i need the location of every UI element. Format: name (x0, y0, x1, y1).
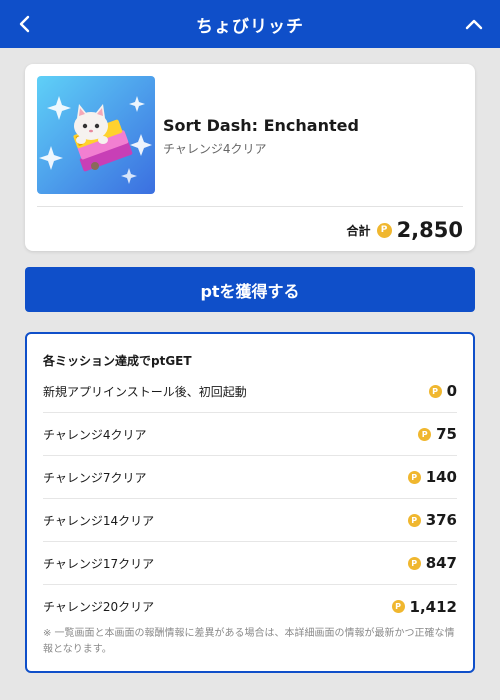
chevron-left-icon (19, 15, 30, 33)
point-coin-icon: P (391, 600, 405, 613)
mission-row: チャレンジ20クリア P 1,412 (43, 585, 457, 628)
mission-label: 新規アプリインストール後、初回起動 (43, 384, 247, 399)
app-name: Sort Dash: Enchanted (163, 116, 359, 135)
point-coin-icon: P (428, 384, 442, 398)
total-label: 合計 (346, 223, 371, 238)
total-value: 2,850 (396, 218, 463, 242)
mission-row: チャレンジ4クリア P 75 (43, 413, 457, 456)
mission-label: チャレンジ20クリア (43, 600, 155, 614)
point-coin-icon: P (407, 470, 421, 484)
mission-points: 376 (425, 511, 457, 529)
mission-points: 140 (425, 468, 457, 486)
mission-heading: 各ミッション達成でptGET (43, 354, 192, 368)
mission-row: チャレンジ7クリア P 140 (43, 456, 457, 499)
mission-list: 新規アプリインストール後、初回起動 P0 チャレンジ4クリア P 75 チャレンジ… (43, 370, 457, 628)
mission-points: 1,412 (409, 597, 457, 616)
back-button[interactable] (0, 0, 48, 48)
mission-row: チャレンジ17クリア P 847 (43, 542, 457, 585)
total-row: 合計 P 2,850 (347, 216, 463, 244)
point-coin-icon: P (407, 556, 421, 570)
point-coin-icon: P (407, 513, 421, 527)
divider (37, 206, 463, 207)
mission-label: チャレンジ14クリア (43, 513, 155, 528)
mission-panel: 各ミッション達成でptGET 新規アプリインストール後、初回起動 P0 チャレン… (25, 332, 475, 673)
collapse-button[interactable] (450, 0, 498, 48)
mission-points: 847 (425, 554, 457, 572)
mission-row: 新規アプリインストール後、初回起動 P0 (43, 370, 457, 413)
mission-label: チャレンジ7クリア (43, 470, 147, 485)
disclaimer-note: ※ 一覧画面と本画面の報酬情報に差異がある場合は、本詳細画面の情報が最新かつ正確… (43, 628, 455, 655)
get-points-button[interactable]: ptを獲得する (25, 267, 475, 312)
mission-points: 75 (436, 425, 457, 443)
mission-label: チャレンジ17クリア (43, 556, 155, 571)
mission-label: チャレンジ4クリア (43, 427, 147, 442)
page-title: ちょびリッチ (196, 16, 304, 37)
point-coin-icon: P (418, 427, 432, 441)
app-card: Sort Dash: Enchanted チャレンジ4クリア 合計 P 2,85… (25, 64, 475, 251)
app-header: ちょびリッチ (0, 0, 500, 48)
app-icon (37, 76, 155, 194)
point-coin-icon: P (376, 222, 392, 238)
app-subtitle: チャレンジ4クリア (163, 142, 267, 156)
mission-row: チャレンジ14クリア P 376 (43, 499, 457, 542)
chevron-up-icon (465, 19, 483, 30)
mission-points: 0 (446, 382, 457, 400)
